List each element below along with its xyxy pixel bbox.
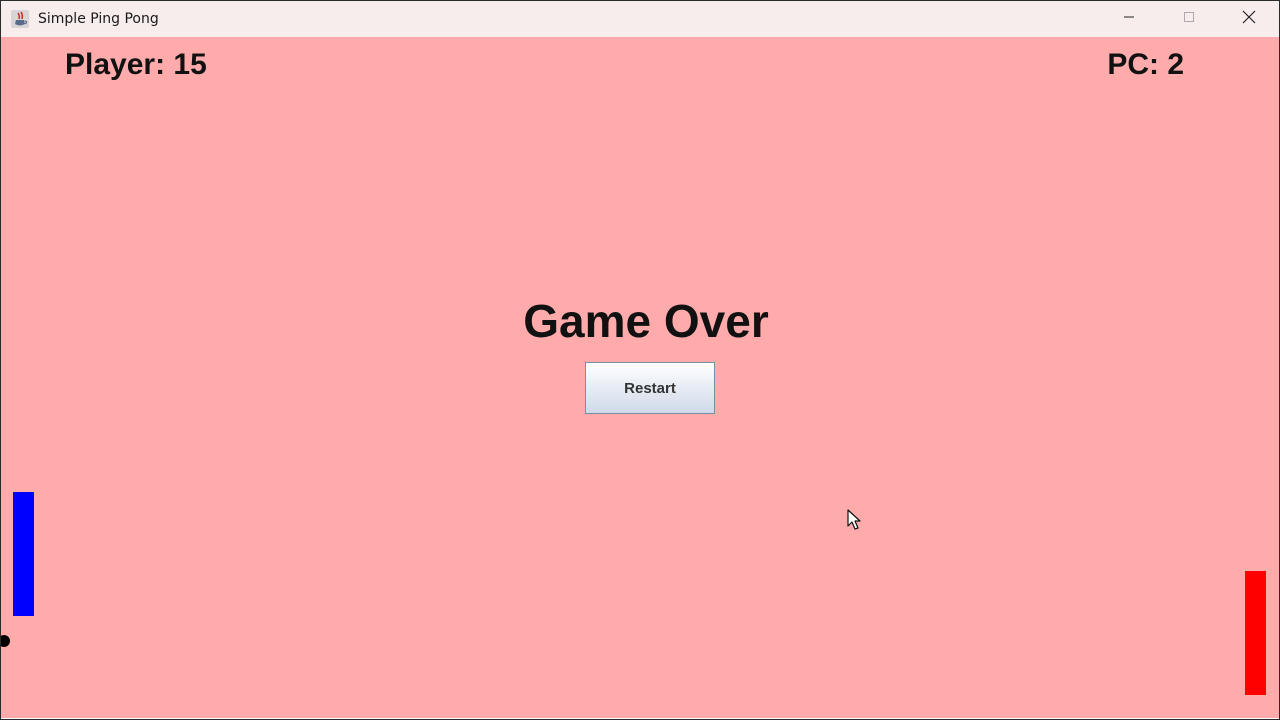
app-window: Simple Ping Pong Player: 15 PC: 2 Game O… bbox=[0, 0, 1280, 720]
game-over-text: Game Over bbox=[523, 295, 769, 347]
game-canvas[interactable]: Player: 15 PC: 2 Game Over Restart bbox=[1, 37, 1279, 718]
minimize-button[interactable] bbox=[1099, 1, 1159, 37]
java-cup-icon bbox=[10, 9, 30, 29]
title-bar[interactable]: Simple Ping Pong bbox=[1, 1, 1279, 37]
restart-button[interactable]: Restart bbox=[585, 362, 715, 414]
pc-paddle bbox=[1245, 571, 1266, 695]
ball bbox=[1, 635, 10, 647]
minimize-icon bbox=[1123, 10, 1135, 28]
close-icon bbox=[1242, 10, 1256, 29]
player-score: Player: 15 bbox=[65, 48, 207, 81]
close-button[interactable] bbox=[1219, 1, 1279, 37]
maximize-button[interactable] bbox=[1159, 1, 1219, 37]
window-title: Simple Ping Pong bbox=[38, 11, 159, 27]
player-paddle bbox=[13, 492, 34, 616]
mouse-cursor-icon bbox=[847, 509, 863, 531]
maximize-icon bbox=[1183, 10, 1195, 28]
pc-score: PC: 2 bbox=[1107, 48, 1184, 81]
